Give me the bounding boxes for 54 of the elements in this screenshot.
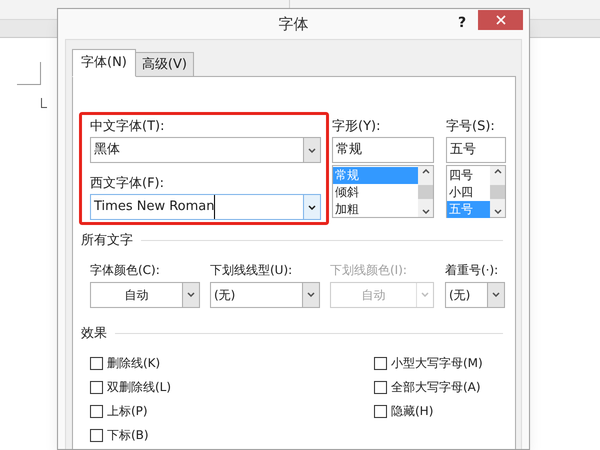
chevron-up-icon (422, 169, 430, 174)
checkbox-label: 隐藏(H) (391, 403, 434, 420)
checkbox[interactable] (90, 428, 103, 442)
help-button[interactable]: ? (458, 13, 466, 34)
dropdown[interactable]: (无) (445, 282, 505, 308)
chevron-down-icon (187, 292, 195, 297)
field-label: 中文字体(T): (90, 118, 166, 136)
chevron-down-icon (308, 204, 316, 210)
checkbox-label: 下标(B) (107, 427, 149, 444)
list-item[interactable]: 倾斜 (333, 184, 418, 201)
checkbox[interactable] (374, 380, 387, 394)
checkbox-label: 小型大写字母(M) (391, 355, 483, 372)
field-label: 下划线线型(U): (210, 262, 294, 278)
list-item[interactable]: 加粗 (333, 201, 418, 218)
list-item[interactable]: 小四 (447, 184, 490, 201)
section-heading: 效果 (81, 324, 107, 342)
color-picker[interactable]: 自动 (90, 282, 200, 308)
field-label: 字体颜色(C): (90, 262, 161, 278)
chevron-down-icon (308, 148, 316, 152)
section-heading: 所有文字 (81, 232, 133, 250)
dropdown[interactable]: (无) (210, 282, 320, 308)
field-label: 字形(Y): (332, 118, 382, 136)
scrollbar[interactable] (418, 166, 433, 217)
tab[interactable]: 高级(V) (136, 52, 194, 77)
page-corner-mark (17, 62, 41, 85)
checkbox[interactable] (90, 356, 103, 370)
chevron-down-icon (421, 292, 429, 297)
checkbox[interactable] (374, 356, 387, 370)
chevron-down-icon (492, 292, 500, 297)
checkbox[interactable] (374, 404, 387, 418)
checkbox[interactable] (90, 404, 103, 418)
chevron-down-icon (494, 209, 502, 214)
tab[interactable]: 字体(N) (72, 49, 136, 77)
checkbox[interactable] (90, 380, 103, 394)
field-label: 着重号(·): (445, 262, 500, 278)
text-field[interactable]: 五号 (446, 137, 506, 163)
text-field[interactable]: 常规 (332, 137, 434, 163)
chevron-down-icon (307, 292, 315, 297)
close-button[interactable] (478, 10, 523, 30)
close-icon (496, 15, 506, 25)
field-label: 下划线颜色(I): (330, 262, 408, 278)
checkbox-label: 上标(P) (107, 403, 148, 420)
scrollbar[interactable] (490, 166, 505, 217)
field-label: 西文字体(F): (90, 175, 166, 193)
chevron-up-icon (494, 169, 502, 174)
list-item[interactable]: 四号 (447, 167, 490, 184)
checkbox-label: 双删除线(L) (107, 379, 172, 396)
checkbox-label: 全部大写字母(A) (391, 379, 481, 396)
font-combo[interactable]: Times New Roman (90, 194, 321, 220)
font-combo[interactable]: 黑体 (90, 137, 321, 163)
window-title: 字体 (278, 14, 308, 35)
checkbox-label: 删除线(K) (107, 355, 160, 372)
field-label: 字号(S): (446, 118, 496, 136)
chevron-down-icon (422, 209, 430, 214)
